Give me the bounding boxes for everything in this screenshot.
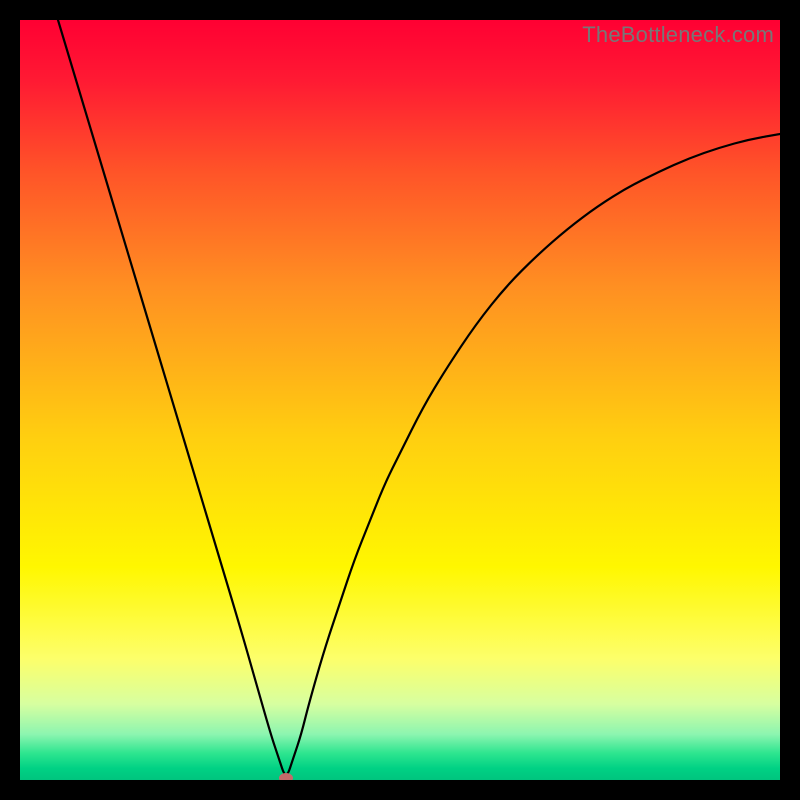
watermark-text: TheBottleneck.com — [582, 22, 774, 48]
chart-frame: TheBottleneck.com — [20, 20, 780, 780]
chart-svg — [20, 20, 780, 780]
chart-background — [20, 20, 780, 780]
